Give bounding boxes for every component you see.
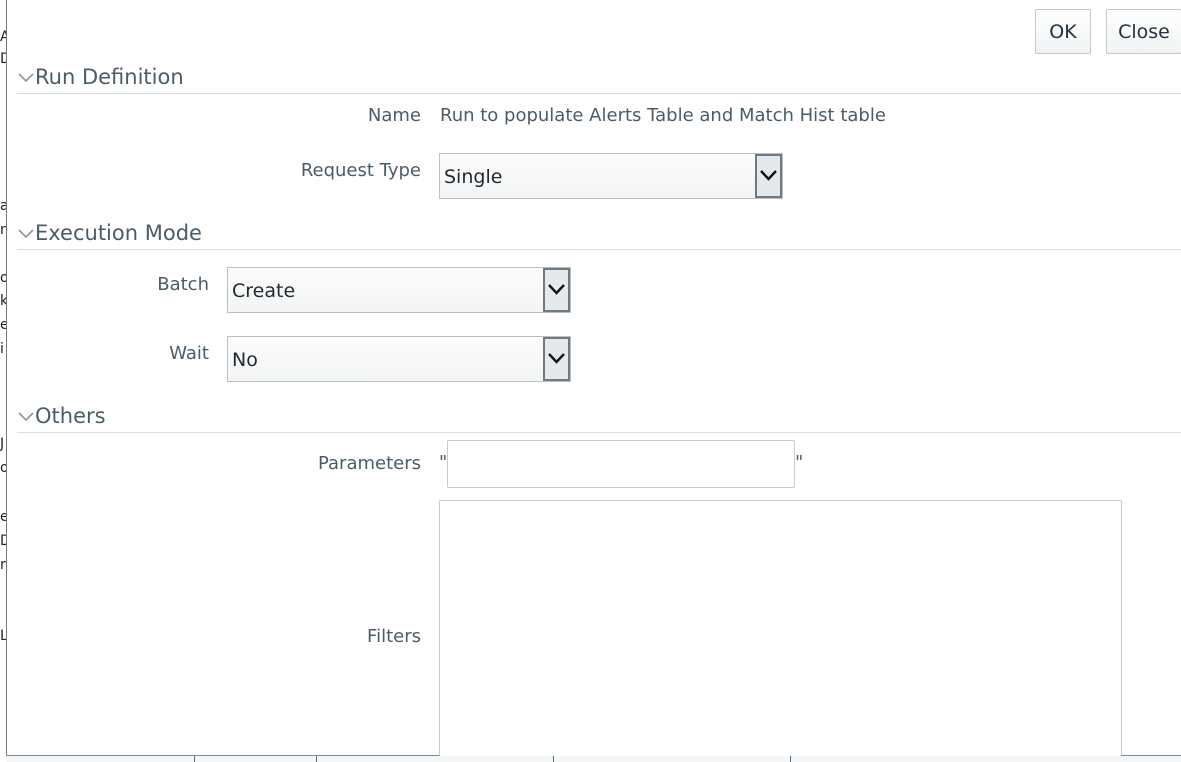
- batch-value: Create: [232, 280, 296, 302]
- section-title: Run Definition: [35, 65, 184, 89]
- filters-label: Filters: [367, 626, 421, 647]
- section-divider: [17, 432, 1181, 433]
- dropdown-button[interactable]: [543, 337, 570, 381]
- close-button[interactable]: Close: [1106, 9, 1181, 54]
- bg-char: e: [0, 318, 6, 332]
- bg-char: L: [0, 629, 6, 643]
- name-label: Name: [367, 105, 421, 126]
- batch-label: Batch: [157, 274, 209, 295]
- request-type-label: Request Type: [300, 160, 421, 181]
- chevron-down-icon: [548, 353, 565, 364]
- bg-char: n: [0, 558, 6, 572]
- bg-column-divider: [790, 756, 791, 762]
- wait-value: No: [232, 349, 258, 371]
- wait-label: Wait: [169, 343, 209, 364]
- name-value: Run to populate Alerts Table and Match H…: [440, 105, 886, 126]
- bg-column-divider: [194, 756, 195, 762]
- background-page-strip: A D a n o k e i J o e D n L: [0, 0, 7, 761]
- bg-char: A: [0, 30, 6, 44]
- bg-char: D: [0, 534, 6, 548]
- bg-char: n: [0, 223, 6, 237]
- bg-column-divider: [553, 756, 554, 762]
- section-title: Others: [35, 404, 106, 428]
- request-type-select[interactable]: Single: [439, 153, 783, 199]
- bg-char: o: [0, 271, 6, 285]
- bg-char: J: [0, 436, 5, 452]
- dropdown-button[interactable]: [543, 268, 570, 312]
- ok-button[interactable]: OK: [1035, 9, 1091, 54]
- section-divider: [17, 93, 1181, 94]
- section-execution-mode-header[interactable]: Execution Mode: [17, 221, 202, 245]
- chevron-down-icon: [18, 412, 34, 422]
- chevron-down-icon: [760, 170, 777, 181]
- section-others-header[interactable]: Others: [17, 404, 106, 428]
- bg-column-divider: [316, 756, 317, 762]
- bg-char: a: [0, 199, 6, 213]
- batch-select[interactable]: Create: [227, 267, 571, 313]
- chevron-down-icon: [18, 229, 34, 239]
- filters-textarea[interactable]: [439, 500, 1122, 756]
- parameters-label: Parameters: [317, 453, 421, 474]
- quote-close: ": [795, 452, 804, 473]
- bg-char: k: [0, 294, 6, 308]
- bg-char: D: [0, 52, 6, 66]
- parameters-input[interactable]: [447, 440, 795, 488]
- chevron-down-icon: [548, 284, 565, 295]
- section-divider: [17, 249, 1181, 250]
- bg-char: i: [0, 341, 4, 357]
- dropdown-button[interactable]: [755, 154, 782, 198]
- chevron-down-icon: [18, 73, 34, 83]
- bg-char: o: [0, 461, 6, 475]
- request-type-value: Single: [444, 166, 503, 188]
- section-run-definition-header[interactable]: Run Definition: [17, 65, 184, 89]
- section-title: Execution Mode: [35, 221, 202, 245]
- bg-char: e: [0, 510, 6, 524]
- run-definition-dialog: OK Close Run Definition Name Run to popu…: [7, 0, 1181, 756]
- wait-select[interactable]: No: [227, 336, 571, 382]
